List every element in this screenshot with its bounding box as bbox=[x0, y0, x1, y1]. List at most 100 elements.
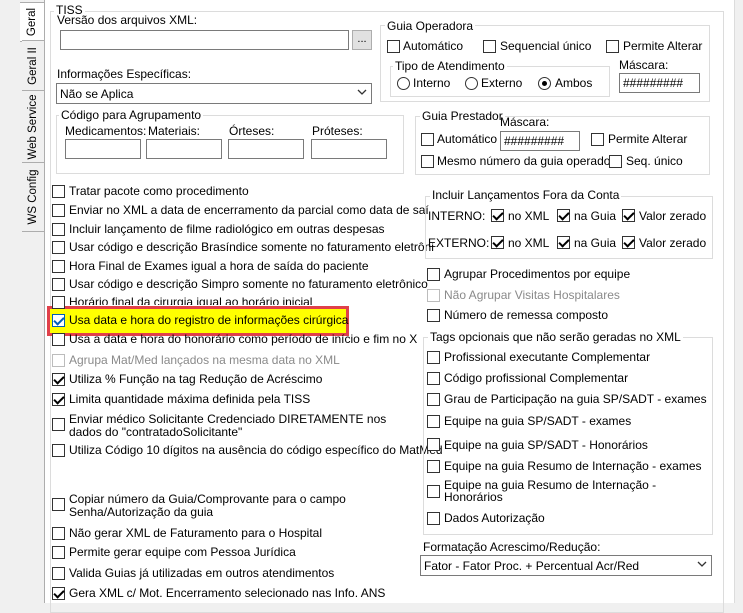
interno-valor-zerado-checkbox[interactable] bbox=[622, 209, 635, 222]
proteses-input[interactable] bbox=[311, 139, 387, 159]
agrupar-equipe-label: Agrupar Procedimentos por equipe bbox=[444, 267, 631, 281]
option-checkbox-11[interactable] bbox=[52, 393, 65, 406]
medicamentos-input[interactable] bbox=[65, 139, 141, 159]
operadora-automatico-label: Automático bbox=[403, 39, 464, 53]
option-checkbox-12[interactable] bbox=[52, 418, 65, 431]
option-checkbox-15[interactable] bbox=[52, 527, 65, 540]
tag-label-4: Equipe na guia SP/SADT - Honorários bbox=[444, 438, 648, 452]
versao-input[interactable] bbox=[60, 30, 349, 50]
operadora-mascara-input[interactable]: ######### bbox=[619, 73, 700, 93]
tag-checkbox-3[interactable] bbox=[427, 415, 440, 428]
option-checkbox-17[interactable] bbox=[52, 567, 65, 580]
tab-geral[interactable]: Geral bbox=[20, 2, 44, 42]
externo-na-guia-label: na Guia bbox=[574, 236, 617, 250]
tags-opcionais-title: Tags opcionais que não serão geradas no … bbox=[428, 330, 683, 344]
tab-label: Geral bbox=[26, 7, 38, 37]
option-checkbox-4[interactable] bbox=[52, 260, 65, 273]
option-label-2: Incluir lançamento de filme radiológico … bbox=[69, 222, 385, 236]
interno-valor-zerado-label: Valor zerado bbox=[639, 209, 707, 223]
tag-checkbox-1[interactable] bbox=[427, 372, 440, 385]
chevron-down-icon bbox=[697, 561, 707, 567]
browse-button[interactable]: ... bbox=[352, 30, 372, 50]
tag-checkbox-6[interactable] bbox=[427, 485, 440, 498]
option-checkbox-0[interactable] bbox=[52, 185, 65, 198]
fora-conta-title: Incluir Lançamentos Fora da Conta bbox=[430, 188, 622, 202]
radio-interno[interactable] bbox=[397, 77, 410, 90]
prestador-automatico-label: Automático bbox=[437, 132, 498, 146]
operadora-sequencial-checkbox[interactable] bbox=[483, 40, 496, 53]
option-checkbox-8[interactable] bbox=[52, 333, 65, 346]
orteses-label: Órteses: bbox=[229, 124, 275, 138]
option-label-12: Enviar médico Solicitante Credenciado DI… bbox=[69, 412, 387, 426]
option-checkbox-10[interactable] bbox=[52, 373, 65, 386]
option-label-5: Usar código e descrição Simpro somente n… bbox=[69, 277, 428, 291]
tag-checkbox-4[interactable] bbox=[427, 438, 440, 451]
orteses-input[interactable] bbox=[228, 139, 304, 159]
formatacao-combo[interactable]: Fator - Fator Proc. + Percentual Acr/Red bbox=[420, 555, 712, 576]
option-checkbox-16[interactable] bbox=[52, 546, 65, 559]
tab-label: Web Service bbox=[27, 94, 39, 160]
nao-agrupar-visitas-checkbox[interactable] bbox=[427, 289, 440, 302]
option-label-14: Copiar número da Guia/Comprovante para o… bbox=[69, 492, 346, 506]
tab-label: Geral II bbox=[27, 47, 39, 85]
option-checkbox-6[interactable] bbox=[52, 296, 65, 309]
chevron-down-icon bbox=[357, 89, 367, 95]
tab-ws-config[interactable]: WS Config bbox=[22, 162, 45, 232]
option-checkbox-14[interactable] bbox=[52, 498, 65, 511]
interno-label: INTERNO: bbox=[428, 209, 486, 223]
tag-label-5: Equipe na guia Resumo de Internação - ex… bbox=[444, 459, 702, 473]
materiais-input[interactable] bbox=[146, 139, 222, 159]
operadora-automatico-checkbox[interactable] bbox=[387, 40, 400, 53]
prestador-mascara-input[interactable]: ######### bbox=[500, 131, 580, 151]
interno-no-xml-checkbox[interactable] bbox=[491, 209, 504, 222]
option-checkbox-7[interactable] bbox=[52, 314, 65, 327]
codigo-agrupamento-title: Código para Agrupamento bbox=[59, 108, 204, 122]
remessa-composto-checkbox[interactable] bbox=[427, 309, 440, 322]
tag-label-7: Dados Autorização bbox=[444, 511, 545, 525]
materiais-label: Materiais: bbox=[148, 124, 201, 138]
option-label-10: Utiliza % Função na tag Redução de Acrés… bbox=[69, 372, 323, 386]
option-label-1: Enviar no XML a data de encerramento da … bbox=[69, 203, 429, 217]
operadora-permite-label: Permite Alterar bbox=[623, 39, 703, 53]
tab-geral-ii[interactable]: Geral II bbox=[22, 40, 45, 92]
option-checkbox-9[interactable] bbox=[52, 354, 65, 367]
operadora-sequencial-label: Sequencial único bbox=[500, 39, 592, 53]
operadora-permite-checkbox[interactable] bbox=[606, 40, 619, 53]
externo-na-guia-checkbox[interactable] bbox=[557, 236, 570, 249]
tag-checkbox-5[interactable] bbox=[427, 460, 440, 473]
vertical-scrollbar[interactable] bbox=[734, 0, 743, 603]
info-combo[interactable]: Não se Aplica bbox=[56, 83, 372, 104]
option-checkbox-2[interactable] bbox=[52, 223, 65, 236]
tag-checkbox-7[interactable] bbox=[427, 512, 440, 525]
formatacao-value: Fator - Fator Proc. + Percentual Acr/Red bbox=[424, 559, 640, 573]
prestador-permite-checkbox[interactable] bbox=[591, 133, 604, 146]
option-label-9: Agrupa Mat/Med lançados na mesma data no… bbox=[69, 353, 340, 367]
option-checkbox-5[interactable] bbox=[52, 278, 65, 291]
interno-na-guia-checkbox[interactable] bbox=[557, 209, 570, 222]
radio-ambos[interactable] bbox=[538, 77, 551, 90]
option-checkbox-13[interactable] bbox=[52, 444, 65, 457]
nao-agrupar-visitas-label: Não Agrupar Visitas Hospitalares bbox=[444, 288, 620, 302]
option-label-18: Gera XML c/ Mot. Encerramento selecionad… bbox=[69, 586, 386, 600]
vertical-tab-strip: Geral Geral II Web Service WS Config bbox=[0, 0, 46, 603]
prestador-mesmo-checkbox[interactable] bbox=[421, 155, 434, 168]
externo-no-xml-checkbox[interactable] bbox=[491, 236, 504, 249]
tag-checkbox-0[interactable] bbox=[427, 351, 440, 364]
tab-web-service[interactable]: Web Service bbox=[22, 90, 45, 164]
option-checkbox-18[interactable] bbox=[52, 587, 65, 600]
externo-valor-zerado-checkbox[interactable] bbox=[622, 236, 635, 249]
prestador-seq-checkbox[interactable] bbox=[609, 155, 622, 168]
option-label-6: Horário final da cirurgia igual ao horár… bbox=[69, 295, 313, 305]
proteses-label: Próteses: bbox=[312, 124, 363, 138]
interno-na-guia-label: na Guia bbox=[574, 209, 617, 223]
prestador-automatico-checkbox[interactable] bbox=[421, 133, 434, 146]
tag-checkbox-2[interactable] bbox=[427, 393, 440, 406]
radio-externo[interactable] bbox=[465, 77, 478, 90]
agrupar-equipe-checkbox[interactable] bbox=[427, 268, 440, 281]
option-checkbox-3[interactable] bbox=[52, 241, 65, 254]
tag-label-0: Profissional executante Complementar bbox=[444, 350, 651, 364]
option-label-14b: Senha/Autorização da guia bbox=[69, 505, 214, 519]
tab-label: WS Config bbox=[27, 169, 39, 225]
option-checkbox-1[interactable] bbox=[52, 204, 65, 217]
option-label-7: Usa data e hora do registro de informaçõ… bbox=[69, 313, 349, 327]
